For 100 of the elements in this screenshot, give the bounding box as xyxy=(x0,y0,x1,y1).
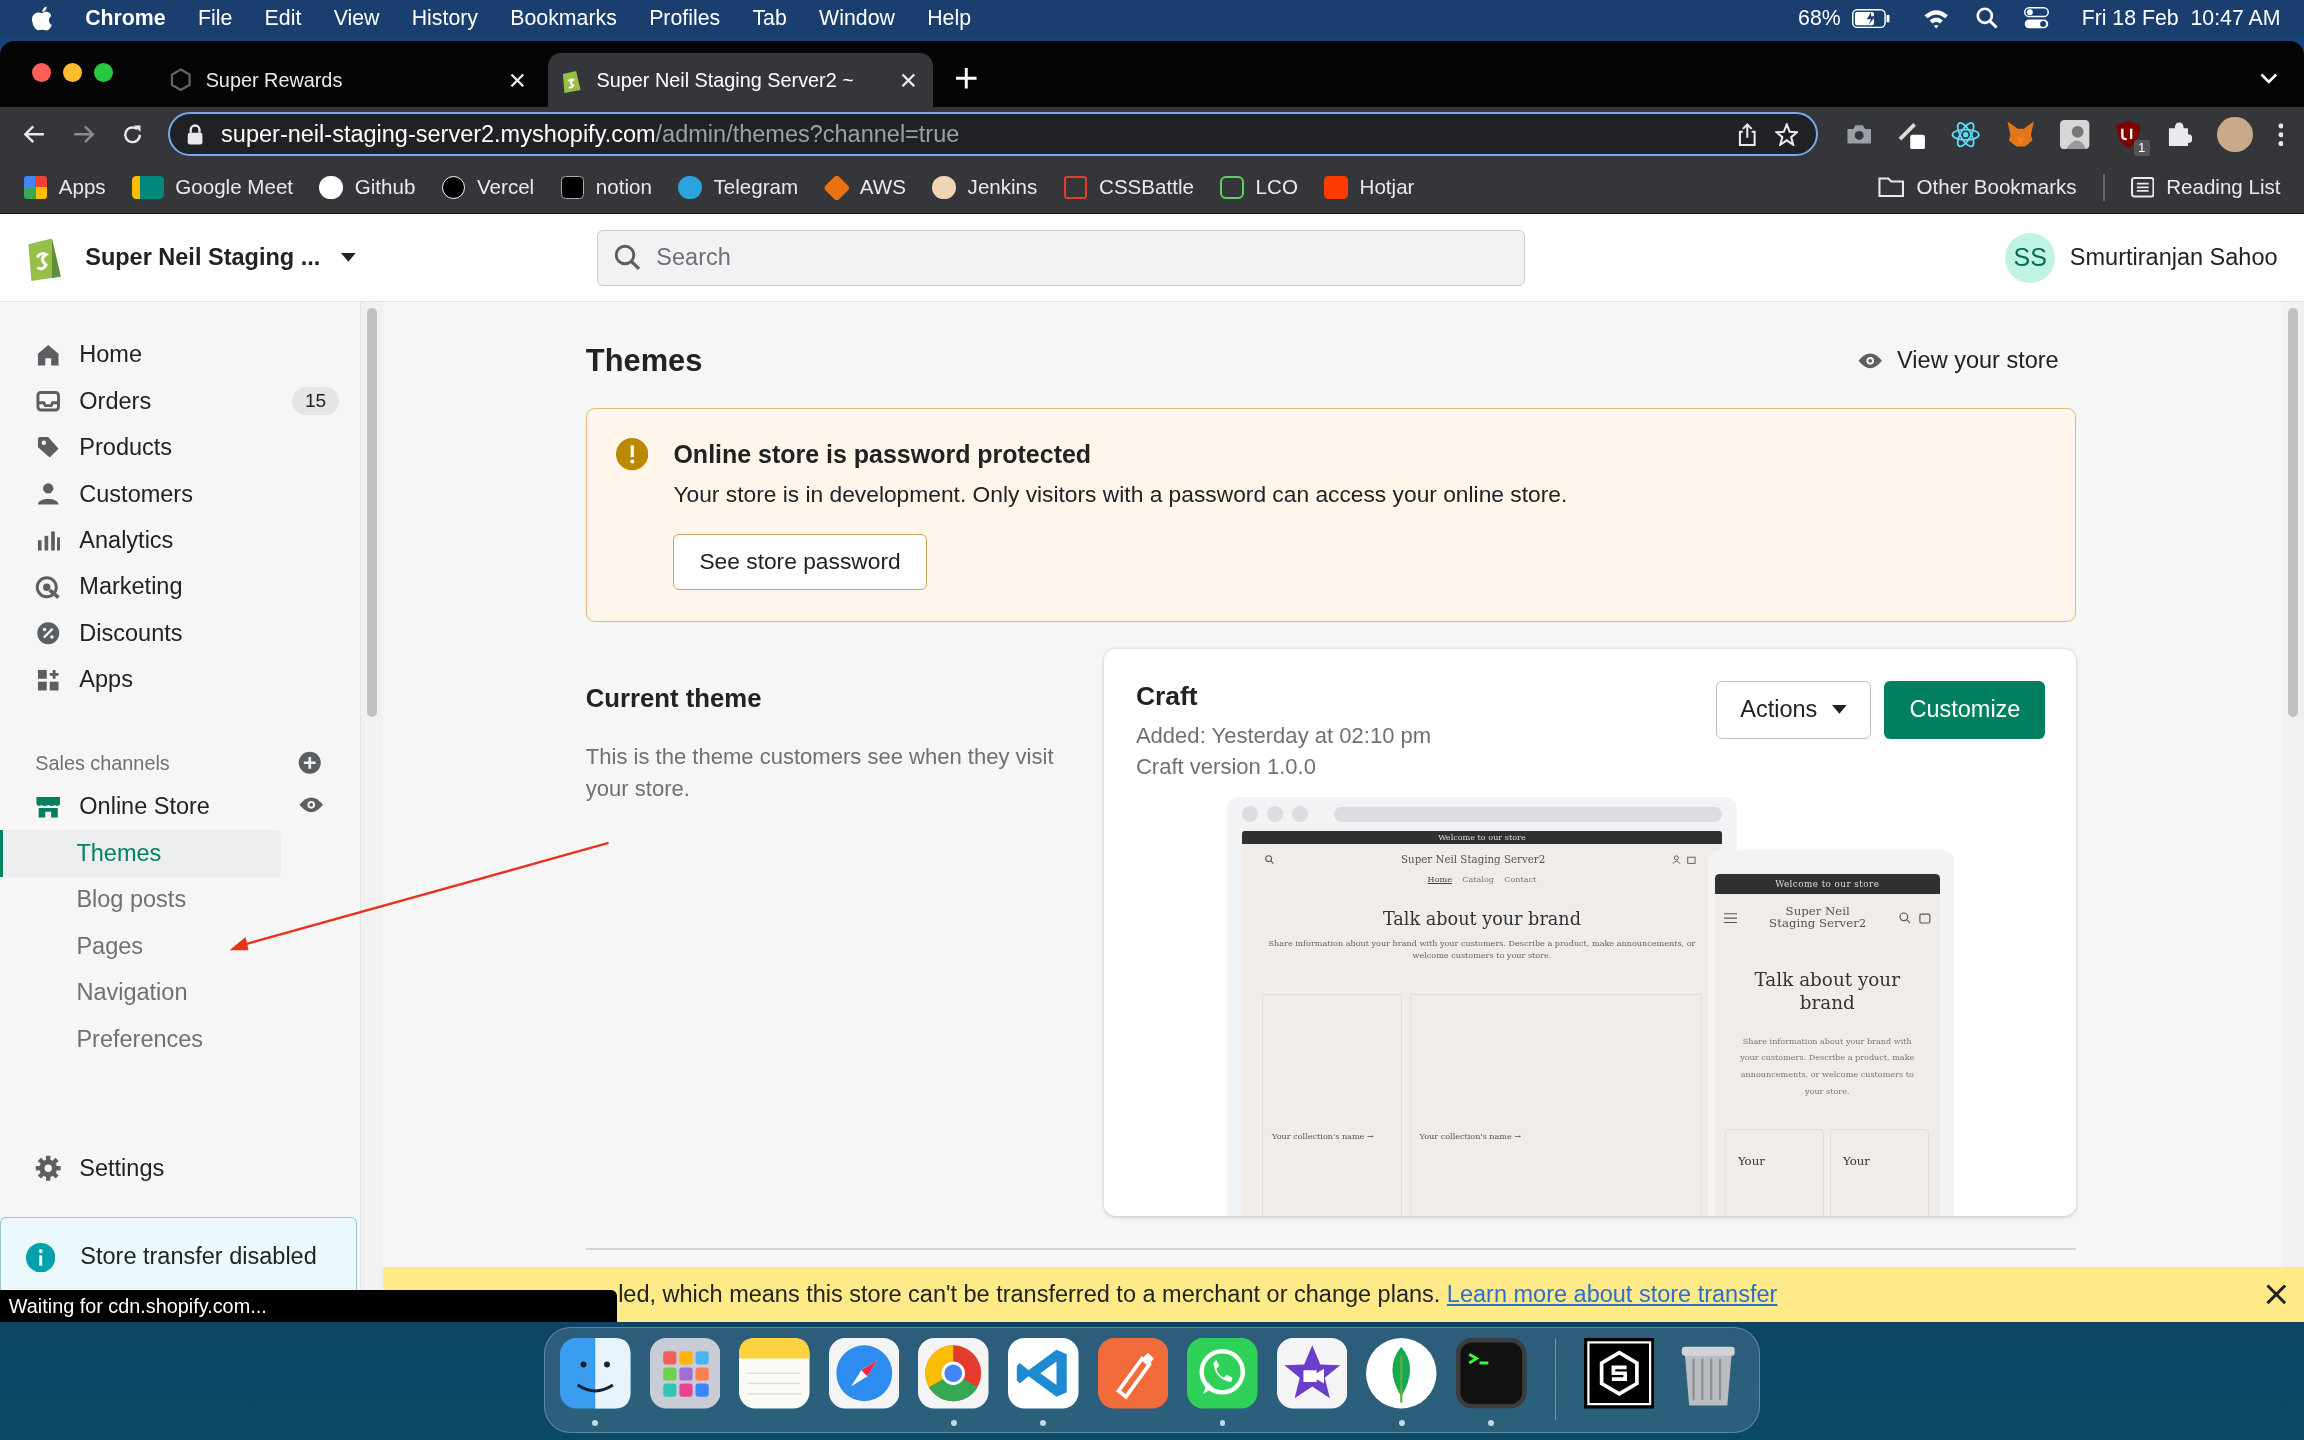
store-switcher[interactable]: Super Neil Staging ... xyxy=(23,234,371,282)
profile-avatar[interactable] xyxy=(2217,116,2253,153)
sub-nav-item[interactable]: Blog posts xyxy=(0,876,281,923)
phone-bubble-icon[interactable] xyxy=(1187,1338,1258,1409)
bookmark[interactable]: Vercel xyxy=(441,175,535,200)
caret-icon xyxy=(1832,705,1847,715)
announcement-bar: Welcome to our store xyxy=(1241,831,1723,845)
menu-icon xyxy=(1723,912,1737,924)
back-icon[interactable] xyxy=(23,124,45,145)
ring-icon[interactable] xyxy=(918,1338,989,1409)
alert-text: Your store is in development. Only visitors with a password can access your online store. xyxy=(673,480,1568,508)
menu-item[interactable]: Edit xyxy=(264,5,302,31)
scrollbar-thumb[interactable] xyxy=(366,308,378,717)
scrollbar-thumb[interactable] xyxy=(2287,308,2299,717)
smiling-face-icon[interactable] xyxy=(560,1338,631,1409)
share-icon[interactable] xyxy=(1736,122,1758,147)
wifi-icon[interactable] xyxy=(1923,8,1950,29)
add-icon[interactable] xyxy=(298,751,322,775)
collection-card: Your collection's name → xyxy=(1409,993,1702,1217)
eye-icon[interactable] xyxy=(298,795,325,814)
menu-item[interactable]: Bookmarks xyxy=(510,5,617,31)
browser-tab[interactable]: Super Neil Staging Server2 ~ xyxy=(548,52,933,108)
learn-more-link[interactable]: Learn more about store transfer xyxy=(1446,1281,1778,1307)
battery-icon[interactable] xyxy=(1852,8,1891,28)
app-grid-icon[interactable] xyxy=(649,1338,721,1409)
customize-button[interactable]: Customize xyxy=(1884,681,2046,739)
theme-version: Craft version 1.0.0 xyxy=(1135,752,1317,781)
list-icon xyxy=(2130,177,2155,198)
bookmark[interactable]: Telegram xyxy=(678,175,799,200)
close-icon[interactable] xyxy=(2265,1284,2287,1305)
search-icon[interactable] xyxy=(1975,7,1998,30)
caret-icon xyxy=(340,253,356,262)
search-field[interactable]: Search xyxy=(596,229,1526,286)
menu-item[interactable]: Profiles xyxy=(649,5,721,31)
kebab-menu-icon[interactable] xyxy=(2277,122,2284,147)
menu-item[interactable]: History xyxy=(411,5,478,31)
terminal-icon[interactable] xyxy=(1456,1338,1527,1409)
menu-item[interactable]: File xyxy=(197,5,233,31)
bookmark[interactable]: Jenkins xyxy=(932,175,1038,200)
chevron-down-icon[interactable] xyxy=(2259,72,2278,85)
address-bar[interactable]: super-neil-staging-server2.myshopify.com/admin/themes?channel=true xyxy=(167,112,1818,157)
nav-item[interactable]: Apps xyxy=(0,656,340,703)
reading-list-button[interactable]: Reading List xyxy=(2130,175,2281,200)
alert-title: Online store is password protected xyxy=(673,439,1093,469)
fox-icon[interactable] xyxy=(2005,120,2036,149)
collection-card: Your xyxy=(1725,1129,1825,1217)
square-icon xyxy=(560,175,585,200)
photo-icon[interactable] xyxy=(2060,119,2090,150)
date-time[interactable]: Fri 18 Feb 10:47 AM xyxy=(2081,5,2281,31)
nav-item[interactable]: Customers xyxy=(0,470,340,518)
nav-item[interactable]: Online Store xyxy=(0,783,280,831)
person-icon xyxy=(1672,854,1682,864)
sub-nav-item[interactable]: Preferences xyxy=(0,1015,281,1063)
control-center-icon[interactable] xyxy=(2024,7,2050,30)
compass-icon[interactable] xyxy=(828,1338,900,1409)
bookmark-folder[interactable]: Other Bookmarks xyxy=(1878,175,2077,200)
bookmark[interactable]: notion xyxy=(560,175,652,200)
bookmark[interactable]: AWS xyxy=(824,175,906,200)
bookmark[interactable]: LCO xyxy=(1220,175,1298,200)
shield-icon[interactable] xyxy=(2114,119,2141,150)
menu-item[interactable]: Tab xyxy=(752,5,787,31)
theme-added-date: Added: Yesterday at 02:10 pm xyxy=(1135,722,1432,751)
settings-nav-item[interactable]: Settings xyxy=(0,1145,340,1192)
zoom-window-button[interactable] xyxy=(94,63,114,83)
account-menu[interactable]: SS Smurtiranjan Sahoo xyxy=(2005,232,2278,283)
nav-item[interactable]: Orders 15 xyxy=(0,378,340,425)
nav-item[interactable]: Marketing xyxy=(0,563,340,611)
actions-button[interactable]: Actions xyxy=(1715,681,1872,739)
pen-nib-icon[interactable] xyxy=(1097,1338,1169,1409)
ribbon-icon[interactable] xyxy=(1008,1338,1079,1409)
sub-nav-item[interactable]: Pages xyxy=(0,923,281,970)
new-tab-icon[interactable] xyxy=(956,68,978,89)
bookmark[interactable]: Apps xyxy=(23,175,106,200)
notepad-icon[interactable] xyxy=(739,1338,810,1409)
sub-nav-item[interactable]: Navigation xyxy=(0,969,281,1016)
nav-item[interactable]: Products xyxy=(0,424,340,471)
star-icon[interactable] xyxy=(1774,122,1799,147)
grid-icon xyxy=(23,175,47,200)
nav-item[interactable]: Discounts xyxy=(0,610,340,657)
browser-tab[interactable]: Super Rewards xyxy=(157,52,543,108)
atom-icon[interactable] xyxy=(1951,119,1981,150)
hexagon-logo-icon[interactable] xyxy=(1583,1338,1655,1409)
minimize-window-button[interactable] xyxy=(63,63,83,83)
close-window-button[interactable] xyxy=(32,63,52,83)
apple-icon[interactable] xyxy=(32,5,53,31)
settings-icon xyxy=(35,1155,62,1182)
bookmark[interactable]: CSSBattle xyxy=(1063,175,1194,200)
menu-app-name[interactable]: Chrome xyxy=(85,5,166,31)
nav-item[interactable]: Analytics xyxy=(0,517,340,564)
menu-item[interactable]: View xyxy=(333,5,380,31)
bookmark[interactable]: Hotjar xyxy=(1324,175,1415,200)
nav-item[interactable]: Home xyxy=(0,331,340,378)
see-store-password-button[interactable]: See store password xyxy=(673,534,927,590)
bookmark[interactable]: Github xyxy=(319,175,416,200)
sub-nav-item[interactable]: Themes xyxy=(0,830,281,877)
bookmark[interactable]: Google Meet xyxy=(132,175,294,200)
menu-item[interactable]: Window xyxy=(819,5,895,31)
menu-item[interactable]: Help xyxy=(927,5,971,31)
collection-card: Your collection's name → xyxy=(1262,993,1403,1217)
view-store-link[interactable]: View your store xyxy=(1857,347,2059,375)
